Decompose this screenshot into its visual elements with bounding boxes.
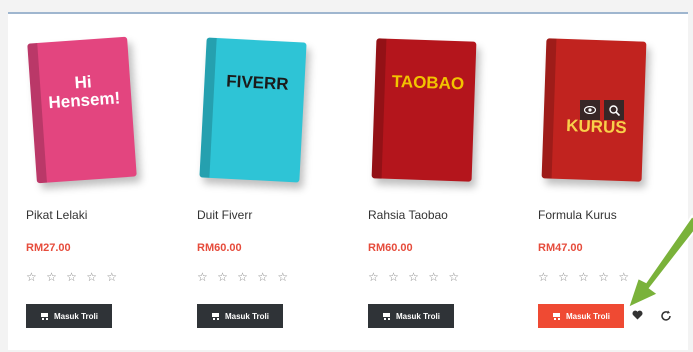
- product-name[interactable]: Pikat Lelaki: [26, 208, 87, 222]
- product-card-pikat-lelaki: Hi Hensem! Pikat Lelaki RM27.00 ☆ ☆ ☆ ☆ …: [10, 20, 160, 340]
- arrow-annotation: [626, 214, 693, 310]
- product-name[interactable]: Duit Fiverr: [197, 208, 252, 222]
- add-to-cart-button[interactable]: Masuk Troli: [368, 304, 454, 328]
- product-image[interactable]: Hi Hensem!: [27, 36, 137, 184]
- book-spine: [199, 37, 217, 178]
- book-spine: [27, 42, 47, 184]
- book-spine: [541, 38, 557, 179]
- cover-title: TAOBAO: [391, 71, 465, 94]
- cart-icon: [552, 312, 562, 320]
- zoom-icon[interactable]: [604, 100, 624, 120]
- product-price: RM47.00: [538, 242, 583, 254]
- product-name[interactable]: Rahsia Taobao: [368, 208, 448, 222]
- product-price: RM60.00: [197, 242, 242, 254]
- cover-title: Hi Hensem!: [47, 72, 121, 113]
- rating-stars: ☆ ☆ ☆ ☆ ☆: [197, 270, 292, 284]
- book-spine: [371, 38, 387, 179]
- quick-actions: [580, 100, 624, 120]
- cart-icon: [382, 312, 392, 320]
- eye-icon[interactable]: [580, 100, 600, 120]
- cart-icon: [40, 312, 50, 320]
- product-image[interactable]: FIVERR: [199, 37, 307, 183]
- product-name[interactable]: Formula Kurus: [538, 208, 617, 222]
- add-to-cart-label: Masuk Troli: [565, 311, 610, 321]
- add-to-cart-button[interactable]: Masuk Troli: [197, 304, 283, 328]
- add-to-cart-label: Masuk Troli: [53, 311, 98, 321]
- rating-stars: ☆ ☆ ☆ ☆ ☆: [26, 270, 121, 284]
- product-price: RM60.00: [368, 242, 413, 254]
- add-to-cart-label: Masuk Troli: [395, 311, 440, 321]
- add-to-cart-label: Masuk Troli: [224, 311, 269, 321]
- cart-icon: [211, 312, 221, 320]
- product-card-rahsia-taobao: TAOBAO Rahsia Taobao RM60.00 ☆ ☆ ☆ ☆ ☆ M…: [352, 20, 502, 340]
- product-card-duit-fiverr: FIVERR Duit Fiverr RM60.00 ☆ ☆ ☆ ☆ ☆ Mas…: [181, 20, 331, 340]
- rating-stars: ☆ ☆ ☆ ☆ ☆: [368, 270, 463, 284]
- cover-title: FIVERR: [225, 71, 290, 94]
- add-to-cart-button[interactable]: Masuk Troli: [26, 304, 112, 328]
- product-price: RM27.00: [26, 242, 71, 254]
- product-image[interactable]: TAOBAO: [371, 38, 477, 182]
